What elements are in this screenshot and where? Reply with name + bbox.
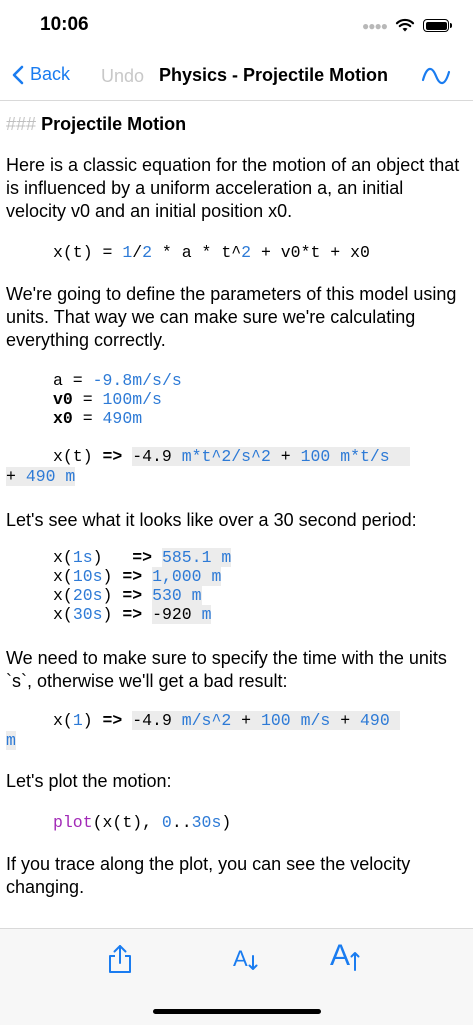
evaluation-line-wrap: + 490 m	[6, 467, 76, 486]
trace-paragraph: If you trace along the plot, you can see…	[6, 854, 411, 897]
signal-icon: ●●●●	[362, 18, 388, 33]
status-time: 10:06	[40, 14, 89, 35]
font-decrease-button[interactable]: A	[233, 946, 258, 972]
back-button[interactable]: Back	[12, 64, 70, 85]
heading-marks: ###	[6, 114, 37, 134]
plot-wave-icon[interactable]	[421, 64, 451, 88]
section-heading: ### Projectile Motion	[6, 114, 468, 135]
param-line: v0 = 100m/s	[53, 390, 162, 409]
font-small-label: A	[233, 946, 248, 971]
back-label: Back	[30, 64, 71, 84]
plot-paragraph: Let's plot the motion:	[6, 771, 172, 791]
font-big-label: A	[330, 939, 351, 972]
evaluation-line[interactable]: x(t) => -4.9 m*t^2/s^2 + 100 m*t/s	[53, 447, 410, 466]
param-line: x0 = 490m	[53, 409, 143, 428]
battery-icon	[423, 19, 452, 32]
samples-block[interactable]: x(1s) => 585.1 m x(10s) => 1,000 m x(20s…	[53, 548, 232, 624]
sample-line: x(1s) => 585.1 m	[53, 548, 232, 567]
parameter-block[interactable]: a = -9.8m/s/s v0 = 100m/s x0 = 490m	[53, 371, 182, 428]
param-line: a = -9.8m/s/s	[53, 371, 182, 390]
heading-text: Projectile Motion	[41, 114, 187, 134]
page-title: Physics - Projectile Motion	[159, 65, 389, 85]
font-increase-button[interactable]: A	[330, 939, 360, 973]
home-indicator	[153, 1009, 321, 1014]
sample-line: x(10s) => 1,000 m	[53, 567, 222, 586]
arrow-down-icon	[248, 955, 258, 970]
undo-button[interactable]: Undo	[101, 66, 144, 87]
period-paragraph: Let's see what it looks like over a 30 s…	[6, 510, 417, 530]
navigation-bar: Back Undo Physics - Projectile Motion	[0, 52, 473, 101]
sample-line: x(30s) => -920 m	[53, 605, 212, 624]
chevron-left-icon	[12, 65, 24, 84]
arrow-up-icon	[350, 952, 360, 971]
status-bar: 10:06 ●●●●	[0, 0, 473, 50]
bad-result-line[interactable]: x(1) => -4.9 m/s^2 + 100 m/s + 490	[53, 711, 400, 730]
plot-call-line[interactable]: plot(x(t), 0..30s)	[53, 813, 231, 832]
intro-paragraph: Here is a classic equation for the motio…	[6, 155, 460, 221]
wifi-icon	[395, 18, 415, 32]
sample-line: x(20s) => 530 m	[53, 586, 202, 605]
units-paragraph: We're going to define the parameters of …	[6, 284, 457, 350]
share-icon[interactable]	[106, 943, 134, 975]
time-units-paragraph: We need to make sure to specify the time…	[6, 648, 447, 691]
equation-line[interactable]: x(t) = 1/2 * a * t^2 + v0*t + x0	[53, 243, 370, 262]
bad-result-wrap: m	[6, 731, 16, 750]
